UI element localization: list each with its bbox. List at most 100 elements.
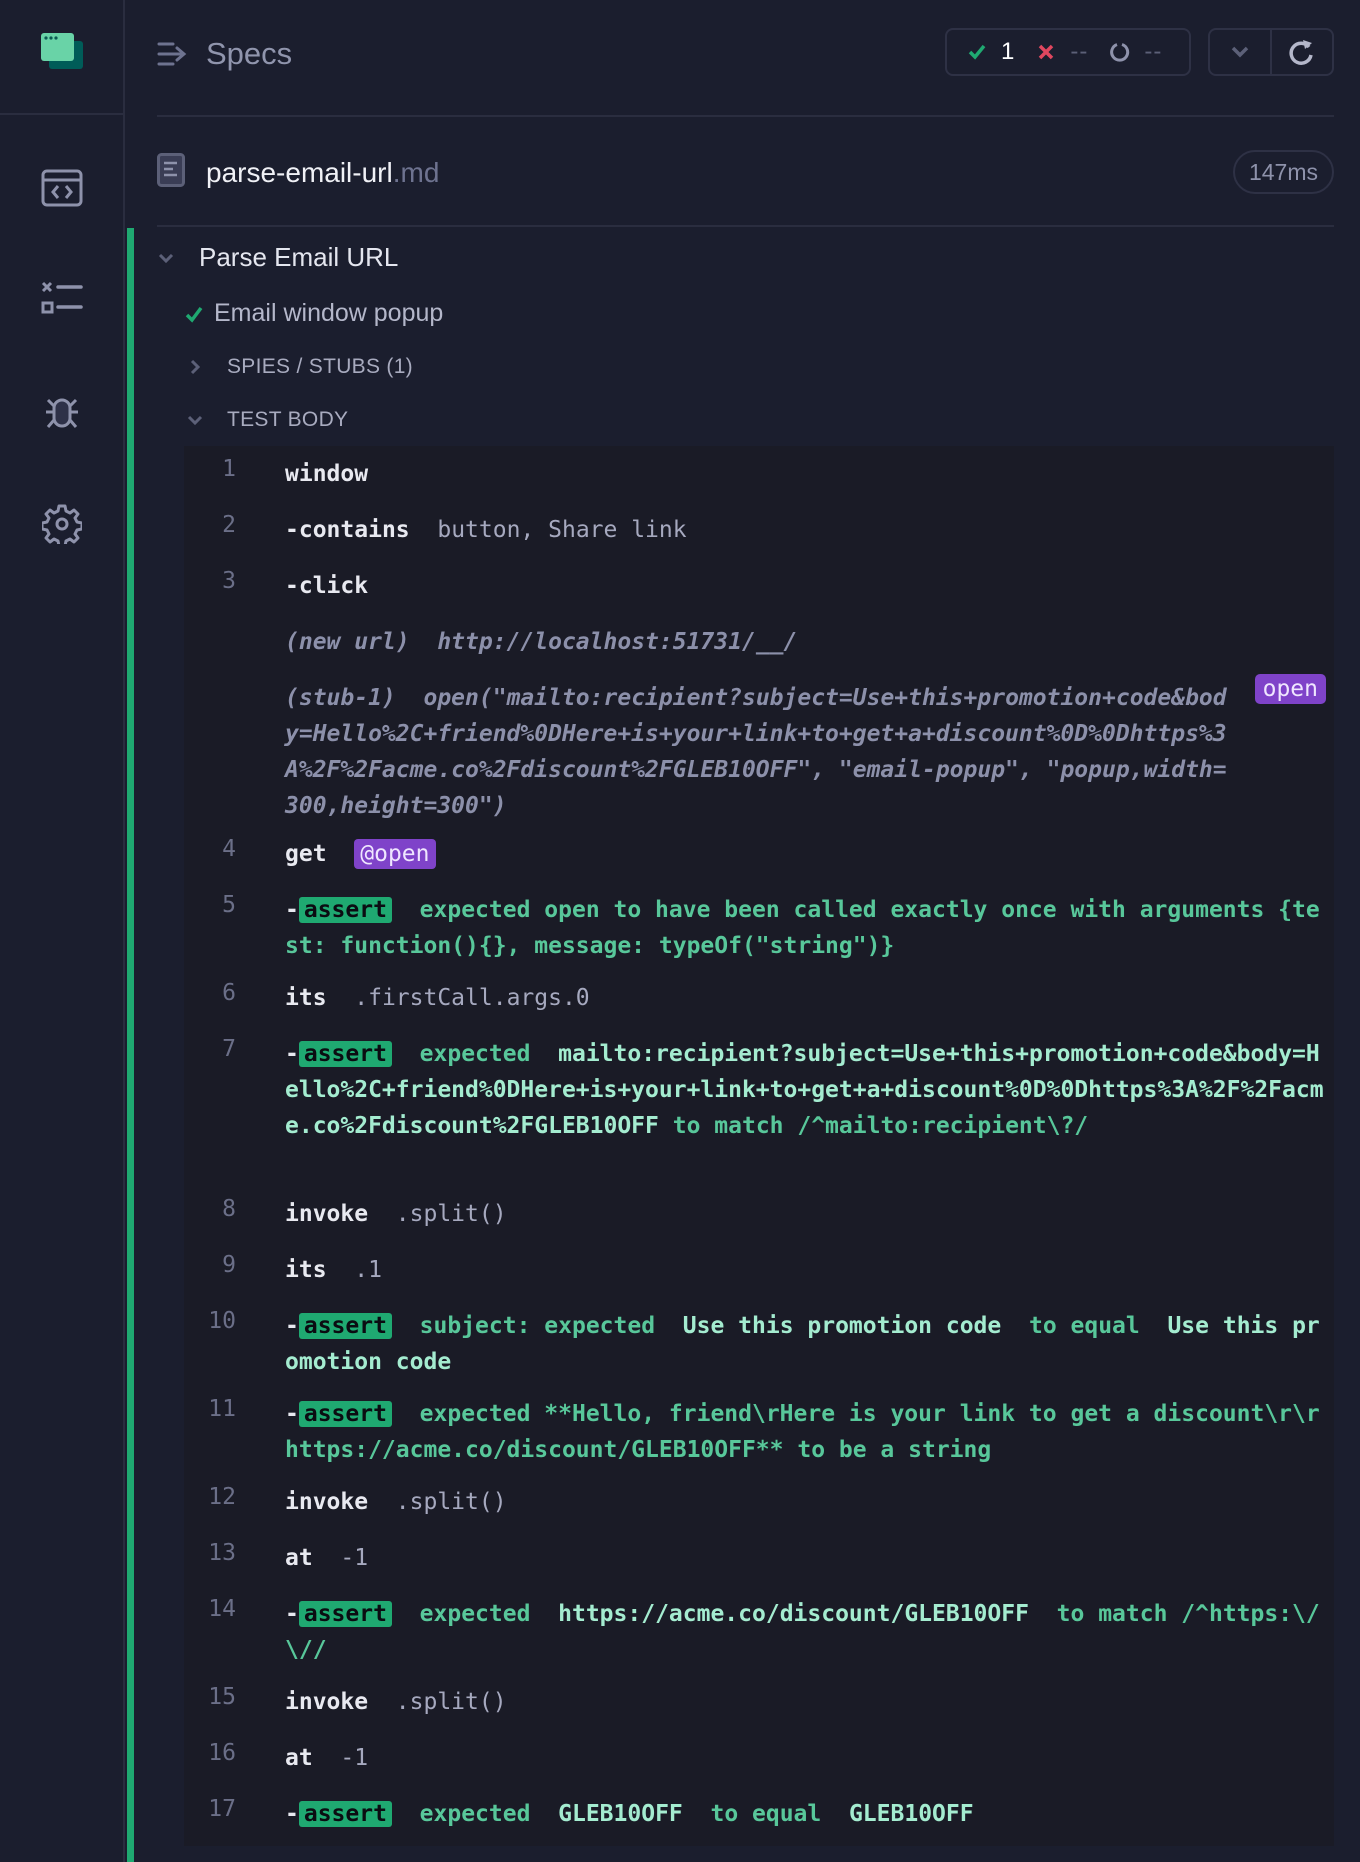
line-number: 5 <box>222 892 236 918</box>
spec-file-row: parse-email-url.md 147ms <box>157 119 1334 227</box>
spies-stubs-toggle[interactable]: SPIES / STUBS (1) <box>187 355 413 379</box>
assert-text: expected <box>419 1801 531 1827</box>
document-icon <box>157 153 185 187</box>
line-number: 7 <box>222 1036 236 1062</box>
line-number: 11 <box>208 1396 236 1422</box>
alias-badge: open <box>1254 674 1326 704</box>
command-name: window <box>285 461 369 487</box>
assert-message: expected **Hello, friend\rHere is your l… <box>285 1401 1320 1463</box>
assert-badge: assert <box>298 1801 392 1827</box>
command-arg: .split() <box>395 1689 507 1715</box>
child-dash: - <box>285 1801 299 1827</box>
line-number: 13 <box>208 1540 236 1566</box>
command-name: click <box>298 573 369 599</box>
line-number: 1 <box>222 456 236 482</box>
check-icon <box>968 44 986 60</box>
command-name: invoke <box>285 1201 369 1227</box>
child-dash: - <box>285 1401 299 1427</box>
line-number: 3 <box>222 568 236 594</box>
event-value: http://localhost:51731/__/ <box>437 629 798 655</box>
chevron-down-icon <box>158 253 174 263</box>
line-number: 17 <box>208 1796 236 1822</box>
command-name: get <box>285 841 327 867</box>
failed-count: -- <box>1070 38 1089 65</box>
nav-runs-button[interactable] <box>40 277 84 321</box>
command-name: at <box>285 1745 313 1771</box>
assert-text: to equal <box>1028 1313 1140 1339</box>
child-dash: - <box>285 897 299 923</box>
command-name: its <box>285 1257 327 1283</box>
line-number: 2 <box>222 512 236 538</box>
command-arg: -1 <box>340 1545 369 1571</box>
assert-text: expected <box>419 1601 531 1627</box>
file-extension: .md <box>392 157 440 188</box>
run-controls <box>1208 28 1334 76</box>
test-body-toggle[interactable]: TEST BODY <box>187 408 348 432</box>
stat-failed: -- <box>1036 38 1088 66</box>
command-name: invoke <box>285 1689 369 1715</box>
assert-message: expected open to have been called exactl… <box>285 897 1320 959</box>
command-arg: .split() <box>395 1489 507 1515</box>
chevron-down-icon <box>187 415 203 426</box>
check-icon <box>185 306 203 323</box>
assert-badge: assert <box>298 1313 392 1339</box>
assert-text: subject: expected <box>419 1313 656 1339</box>
command-name: its <box>285 985 327 1011</box>
passed-count: 1 <box>1001 38 1015 65</box>
nav-settings-button[interactable] <box>40 502 84 546</box>
expand-dropdown-button[interactable] <box>1210 30 1270 74</box>
child-dash: - <box>285 1041 299 1067</box>
chevron-down-icon <box>1231 46 1249 58</box>
assert-text: expected <box>419 1041 531 1067</box>
line-number: 4 <box>222 836 236 862</box>
assert-text: to match /^mailto:recipient\?/ <box>672 1113 1089 1139</box>
command-arg: .split() <box>395 1201 507 1227</box>
stat-pending: -- <box>1110 38 1162 66</box>
child-dash: - <box>285 517 299 543</box>
assert-text: to equal <box>710 1801 822 1827</box>
pass-status-bar <box>127 228 134 1862</box>
command-log: 1 window 2 -contains button, Share link … <box>184 446 1334 1846</box>
child-dash: - <box>285 573 299 599</box>
command-arg: .firstCall.args.0 <box>354 985 590 1011</box>
line-number: 9 <box>222 1252 236 1278</box>
nav-specs-button[interactable] <box>40 166 84 210</box>
command-arg: .1 <box>354 1257 382 1283</box>
x-icon <box>1039 44 1054 60</box>
command-name: invoke <box>285 1489 369 1515</box>
assert-badge: assert <box>298 1601 392 1627</box>
event-value: open("mailto:recipient?subject=Use+this+… <box>285 685 1227 819</box>
child-dash: - <box>285 1601 299 1627</box>
nav-debug-button[interactable] <box>40 390 84 434</box>
suite-title: Parse Email URL <box>199 242 399 272</box>
line-number: 16 <box>208 1740 236 1766</box>
line-number: 10 <box>208 1308 236 1334</box>
checklist-icon <box>41 281 83 314</box>
collapse-menu-icon[interactable] <box>157 40 187 68</box>
page-title: Specs <box>206 36 293 71</box>
bug-icon <box>46 398 78 428</box>
pending-spinner-icon <box>1110 43 1130 62</box>
command-name: at <box>285 1545 313 1571</box>
test-item[interactable]: Email window popup <box>184 299 443 328</box>
run-stats: 1 -- -- <box>945 28 1191 76</box>
assert-badge: assert <box>298 1401 392 1427</box>
suite-toggle[interactable]: Parse Email URL <box>157 242 398 273</box>
assert-value: GLEB10OFF <box>558 1801 683 1827</box>
chevron-right-icon <box>190 359 201 375</box>
gear-icon <box>42 504 82 544</box>
stat-passed: 1 <box>967 38 1014 66</box>
side-navigation <box>0 0 125 1862</box>
app-logo-icon <box>41 33 83 69</box>
event-label: (stub-1) <box>285 685 396 711</box>
assert-value: https://acme.co/discount/GLEB10OFF <box>558 1601 1029 1627</box>
assert-badge: assert <box>298 1041 392 1067</box>
test-body-label: TEST BODY <box>227 408 349 431</box>
test-title: Email window popup <box>214 299 444 327</box>
logo-area <box>0 0 123 115</box>
child-dash: - <box>285 1313 299 1339</box>
rerun-button[interactable] <box>1270 30 1332 74</box>
line-number: 15 <box>208 1684 236 1710</box>
refresh-icon <box>1289 40 1313 65</box>
spec-file-name[interactable]: parse-email-url.md <box>206 157 439 189</box>
